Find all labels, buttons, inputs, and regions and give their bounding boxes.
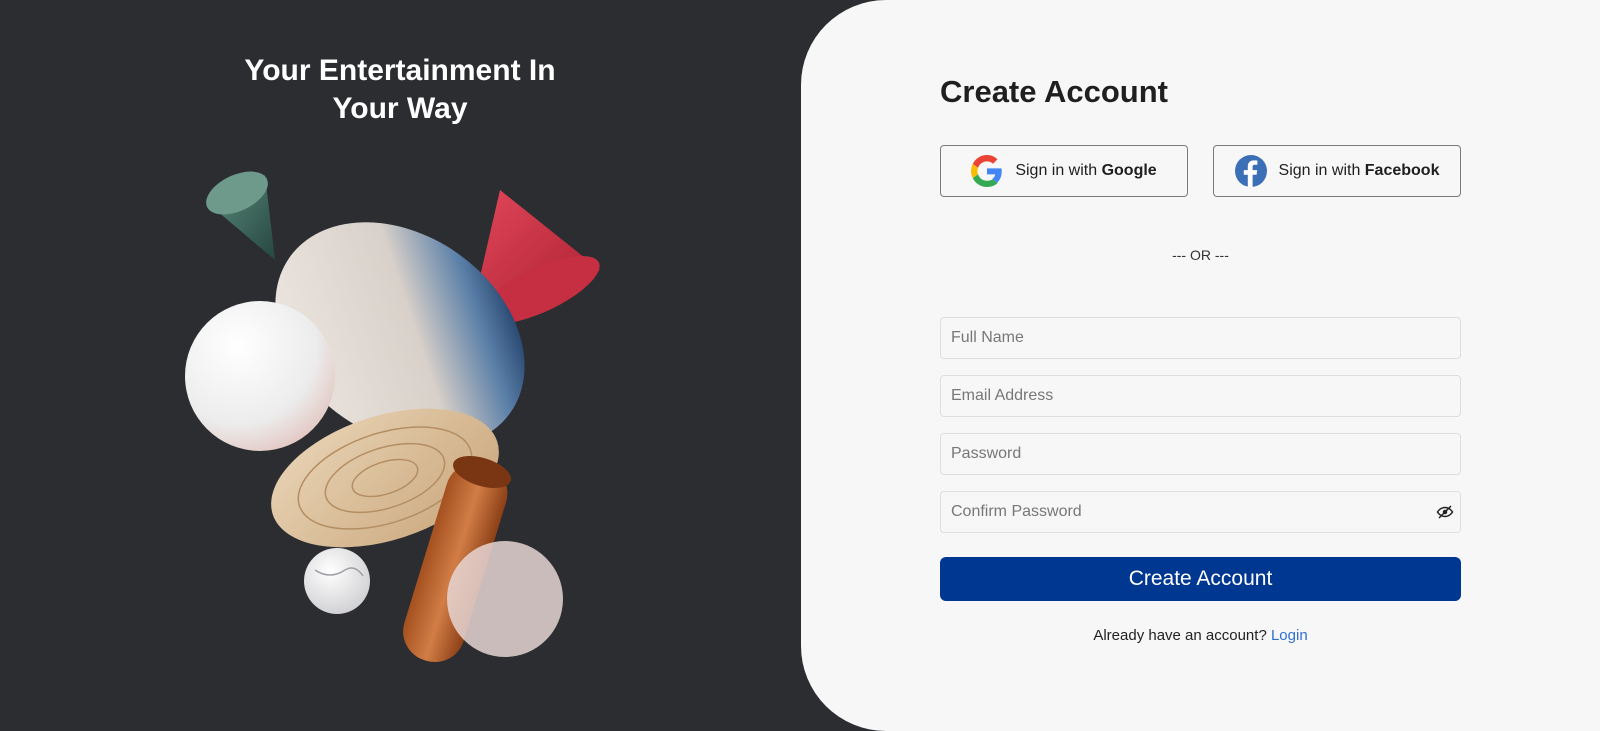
password-input[interactable] bbox=[940, 433, 1461, 475]
eye-slash-icon[interactable] bbox=[1436, 503, 1454, 521]
abstract-3d-shapes-illustration bbox=[185, 171, 600, 663]
email-input[interactable] bbox=[940, 375, 1461, 417]
facebook-signin-label: Sign in with Facebook bbox=[1278, 162, 1440, 179]
form-panel bbox=[801, 0, 1600, 731]
hero-title: Your Entertainment In Your Way bbox=[0, 52, 800, 128]
or-separator: --- OR --- bbox=[1172, 247, 1229, 263]
google-signin-button[interactable]: Sign in with Google bbox=[940, 145, 1188, 197]
hero-panel: Your Entertainment In Your Way bbox=[0, 0, 800, 731]
hero-title-line1: Your Entertainment In bbox=[244, 54, 556, 87]
confirm-password-input[interactable] bbox=[940, 491, 1461, 533]
google-signin-label: Sign in with Google bbox=[1015, 162, 1157, 179]
full-name-input[interactable] bbox=[940, 317, 1461, 359]
hero-title-line2: Your Way bbox=[332, 92, 468, 125]
create-account-button[interactable]: Create Account bbox=[940, 557, 1461, 601]
login-prompt: Already have an account? Login bbox=[940, 627, 1461, 644]
facebook-signin-button[interactable]: Sign in with Facebook bbox=[1213, 145, 1461, 197]
facebook-icon bbox=[1234, 155, 1267, 187]
login-link[interactable]: Login bbox=[1271, 627, 1308, 644]
form-title: Create Account bbox=[940, 74, 1168, 109]
google-icon bbox=[971, 155, 1003, 187]
login-prompt-text: Already have an account? bbox=[1093, 627, 1267, 644]
